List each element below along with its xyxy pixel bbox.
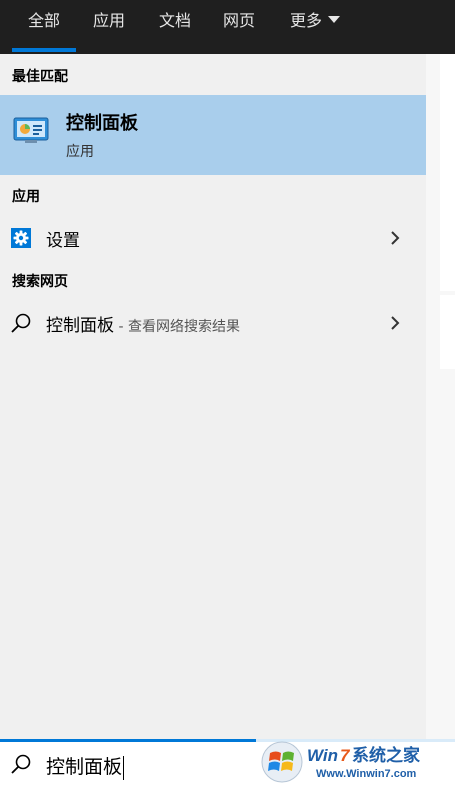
web-search-text: 控制面板 - 查看网络搜索结果 [46,311,240,336]
watermark-brand-cn: 系统之家 [352,745,420,766]
tab-web[interactable]: 网页 [214,0,264,54]
preview-card [440,54,455,291]
tab-web-label: 网页 [222,11,255,30]
filter-tab-bar: 全部 应用 文档 网页 更多 [0,0,455,54]
best-match-item[interactable]: 控制面板 应用 [0,95,426,175]
tab-more[interactable]: 更多 [280,0,350,54]
search-icon [11,313,31,333]
preview-card [440,295,455,369]
best-match-title: 控制面板 [66,113,138,134]
gear-icon [11,228,31,248]
watermark-brand-win: Win [307,746,338,765]
watermark-logo: Win 7 系统之家 Www.Winwin7.com [256,739,455,787]
tab-documents[interactable]: 文档 [150,0,200,54]
control-panel-icon [13,117,49,143]
tab-more-label: 更多 [289,11,322,30]
best-match-subtitle: 应用 [66,144,94,160]
tab-all[interactable]: 全部 [12,0,76,54]
tab-apps[interactable]: 应用 [84,0,134,54]
search-input-value: 控制面板 [46,756,123,778]
web-search-item[interactable]: 控制面板 - 查看网络搜索结果 [0,303,426,343]
app-item-label: 设置 [46,231,80,251]
apps-header: 应用 [12,189,40,205]
watermark-brand-7: 7 [340,746,351,765]
chevron-right-icon[interactable] [388,230,402,246]
tab-documents-label: 文档 [158,11,191,30]
results-panel: 最佳匹配 控制面板 应用 应用 设置 搜索网页 控制面板 - 查看网络搜索结果 [0,54,426,739]
search-icon [11,754,31,774]
chevron-down-icon [328,16,340,23]
web-search-query: 控制面板 [46,316,114,336]
app-item-settings[interactable]: 设置 [0,218,426,258]
text-cursor [123,755,125,780]
search-input[interactable]: 控制面板 [46,752,125,780]
watermark-url: Www.Winwin7.com [316,768,417,780]
tab-apps-label: 应用 [92,11,125,30]
preview-panel [426,54,455,739]
tab-all-label: 全部 [27,11,60,30]
web-search-hint: - 查看网络搜索结果 [114,319,240,335]
chevron-right-icon[interactable] [388,315,402,331]
best-match-header: 最佳匹配 [12,69,68,85]
web-search-header: 搜索网页 [12,274,68,290]
